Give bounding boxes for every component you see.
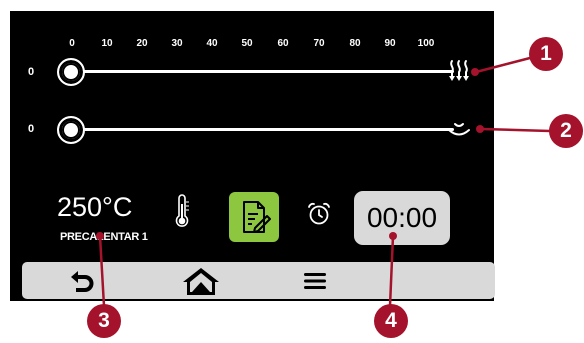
callout-lines xyxy=(96,56,552,308)
callout-1: 1 xyxy=(529,37,563,71)
callout-4: 4 xyxy=(374,304,408,338)
callout-3: 3 xyxy=(87,304,121,338)
callout-2: 2 xyxy=(549,114,583,148)
